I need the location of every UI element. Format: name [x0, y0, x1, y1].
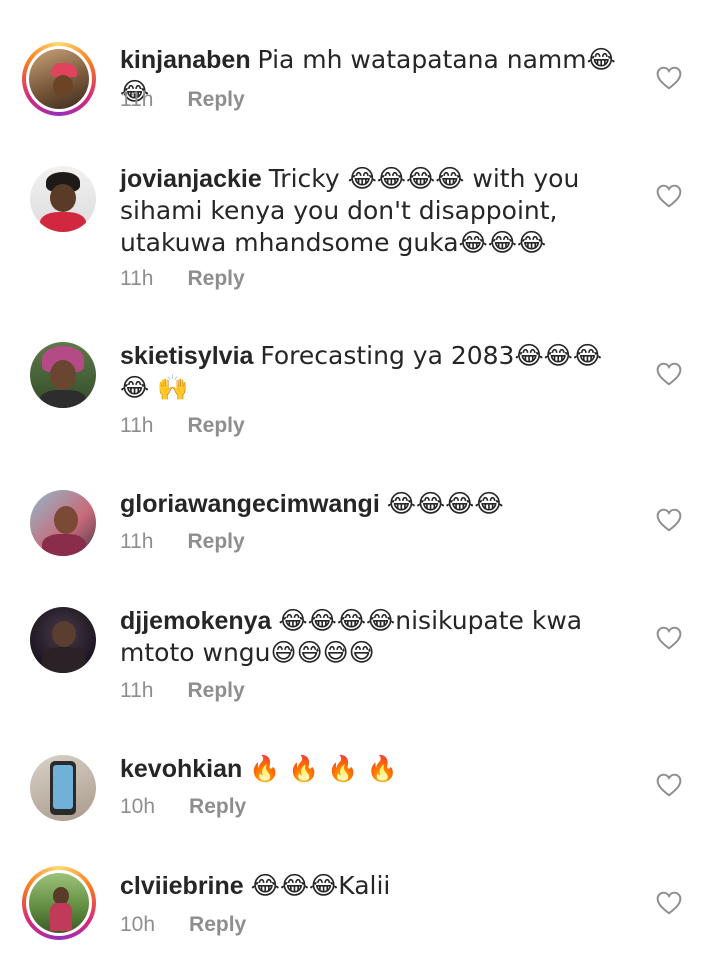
comment-text: 😂😂😂Kalii [250, 871, 391, 900]
comment-time: 11h [120, 530, 154, 553]
comment-time: 10h [120, 795, 156, 818]
comment-body: gloriawangecimwangi 😂😂😂😂 [120, 488, 625, 520]
comment-text: 😂😂😂😂 [386, 489, 504, 518]
comment-username[interactable]: gloriawangecimwangi [120, 490, 380, 518]
comment-time: 11h [120, 414, 154, 437]
comment-username[interactable]: djjemokenya [120, 607, 271, 635]
comment-meta: 11h Reply [120, 88, 245, 112]
avatar[interactable] [30, 490, 96, 556]
heart-outline-icon[interactable] [656, 184, 682, 208]
comment-username[interactable]: skietisylvia [120, 342, 253, 370]
avatar[interactable] [22, 866, 96, 940]
heart-outline-icon[interactable] [656, 66, 682, 90]
comment-meta: 10h Reply [120, 795, 246, 819]
avatar[interactable] [30, 755, 96, 821]
heart-outline-icon[interactable] [656, 891, 682, 915]
comment-time: 11h [120, 679, 154, 702]
comment-body: kevohkian 🔥 🔥 🔥 🔥 [120, 753, 625, 785]
comment-username[interactable]: clviiebrine [120, 872, 244, 900]
comment-body: clviiebrine 😂😂😂Kalii [120, 870, 625, 902]
reply-button[interactable]: Reply [187, 267, 244, 290]
heart-outline-icon[interactable] [656, 773, 682, 797]
comment-meta: 11h Reply [120, 530, 245, 554]
avatar[interactable] [30, 166, 96, 232]
comment-body: jovianjackie Tricky 😂😂😂😂 with you sihami… [120, 163, 625, 259]
heart-outline-icon[interactable] [656, 508, 682, 532]
heart-outline-icon[interactable] [656, 626, 682, 650]
comment-meta: 11h Reply [120, 414, 245, 438]
reply-button[interactable]: Reply [187, 414, 244, 437]
reply-button[interactable]: Reply [189, 913, 246, 936]
avatar[interactable] [22, 42, 96, 116]
reply-button[interactable]: Reply [189, 795, 246, 818]
comment-time: 11h [120, 88, 154, 111]
reply-button[interactable]: Reply [187, 88, 244, 111]
avatar[interactable] [30, 342, 96, 408]
heart-outline-icon[interactable] [656, 362, 682, 386]
comment-text: 🔥 🔥 🔥 🔥 [249, 754, 398, 783]
reply-button[interactable]: Reply [187, 530, 244, 553]
comment-username[interactable]: kevohkian [120, 755, 242, 783]
comment-body: djjemokenya 😂😂😂😂nisikupate kwa mtoto wng… [120, 605, 625, 669]
comment-meta: 10h Reply [120, 913, 246, 937]
comment-meta: 11h Reply [120, 679, 245, 703]
reply-button[interactable]: Reply [187, 679, 244, 702]
comment-body: skietisylvia Forecasting ya 2083😂😂😂😂 🙌 [120, 340, 625, 404]
comment-time: 11h [120, 267, 154, 290]
comment-meta: 11h Reply [120, 267, 245, 291]
avatar[interactable] [30, 607, 96, 673]
comment-time: 10h [120, 913, 156, 936]
comment-username[interactable]: jovianjackie [120, 165, 262, 193]
comment-username[interactable]: kinjanaben [120, 46, 251, 74]
